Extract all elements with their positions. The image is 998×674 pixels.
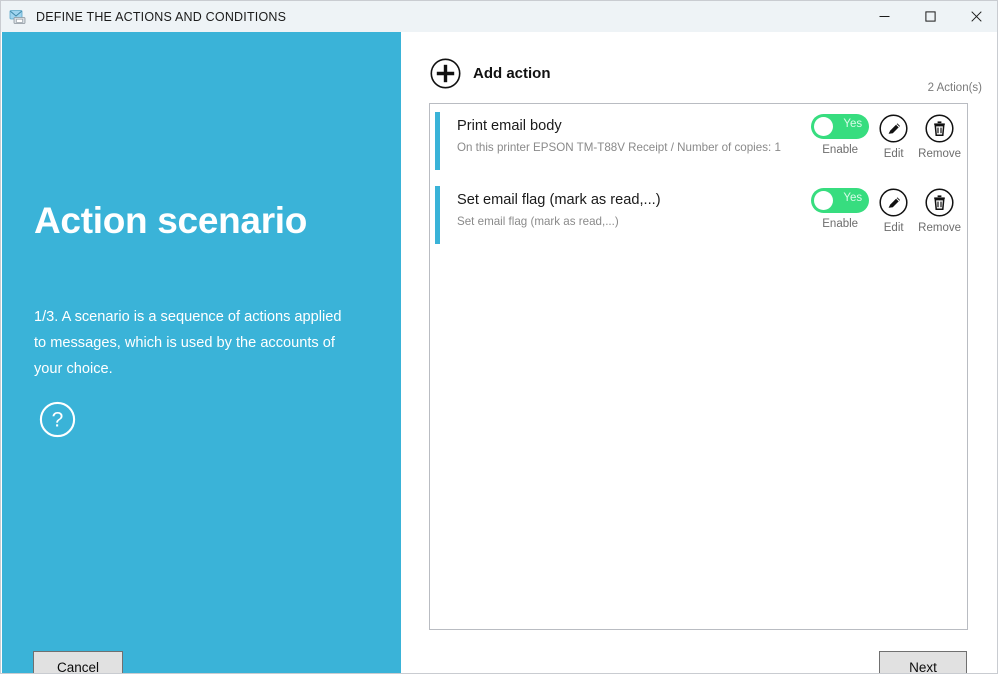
row-text-group: Set email flag (mark as read,...) Set em… [457,192,787,228]
edit-label: Edit [883,148,904,160]
app-window: DEFINE THE ACTIONS AND CONDITIONS Action… [0,0,998,674]
enable-control: Yes Enable [811,114,870,156]
edit-control: Edit [879,114,908,160]
cancel-button[interactable]: Cancel [33,651,123,673]
trash-circle-icon[interactable] [925,114,954,143]
remove-control: Remove [918,114,961,160]
mail-printer-icon [9,8,27,26]
trash-circle-icon[interactable] [925,188,954,217]
pencil-circle-icon[interactable] [879,188,908,217]
action-subtitle: Set email flag (mark as read,...) [457,215,619,228]
enable-toggle[interactable]: Yes [811,114,870,139]
enable-control: Yes Enable [811,188,870,230]
maximize-button[interactable] [907,1,953,32]
actions-list-panel: Print email body On this printer EPSON T… [429,103,968,630]
action-title: Set email flag (mark as read,...) [457,192,661,208]
help-circle-icon[interactable]: ? [39,401,76,438]
enable-label: Enable [822,218,859,230]
page-title: Action scenario [34,200,308,241]
page-description: 1/3. A scenario is a sequence of actions… [34,309,342,377]
table-row[interactable]: Set email flag (mark as read,...) Set em… [430,178,967,252]
toggle-knob [814,117,834,136]
action-count-label: 2 Action(s) [927,82,982,94]
minimize-button[interactable] [861,1,907,32]
window-controls [861,1,997,32]
add-action-label: Add action [473,65,551,82]
toggle-value: Yes [843,192,863,204]
toggle-value: Yes [843,118,863,130]
action-title: Print email body [457,118,562,134]
pencil-circle-icon[interactable] [879,114,908,143]
window-title: DEFINE THE ACTIONS AND CONDITIONS [36,9,287,24]
left-info-panel: Action scenario 1/3. A scenario is a seq… [2,32,401,673]
row-controls: Yes Enable Edit Remove [801,188,961,234]
remove-label: Remove [918,148,961,160]
plus-circle-icon [430,58,461,89]
next-button[interactable]: Next [879,651,967,673]
table-row[interactable]: Print email body On this printer EPSON T… [430,104,967,178]
row-accent-bar [435,186,440,244]
remove-label: Remove [918,222,961,234]
edit-label: Edit [883,222,904,234]
row-controls: Yes Enable Edit Remove [801,114,961,160]
row-accent-bar [435,112,440,170]
main-content: Add action 2 Action(s) Print email body … [401,32,997,673]
remove-control: Remove [918,188,961,234]
toggle-knob [814,191,834,210]
row-text-group: Print email body On this printer EPSON T… [457,118,787,154]
action-subtitle: On this printer EPSON TM-T88V Receipt / … [457,141,781,154]
svg-text:?: ? [52,409,64,432]
close-button[interactable] [953,1,997,32]
title-bar: DEFINE THE ACTIONS AND CONDITIONS [1,1,997,32]
edit-control: Edit [879,188,908,234]
enable-toggle[interactable]: Yes [811,188,870,213]
enable-label: Enable [822,144,859,156]
add-action-button[interactable]: Add action [430,58,551,89]
